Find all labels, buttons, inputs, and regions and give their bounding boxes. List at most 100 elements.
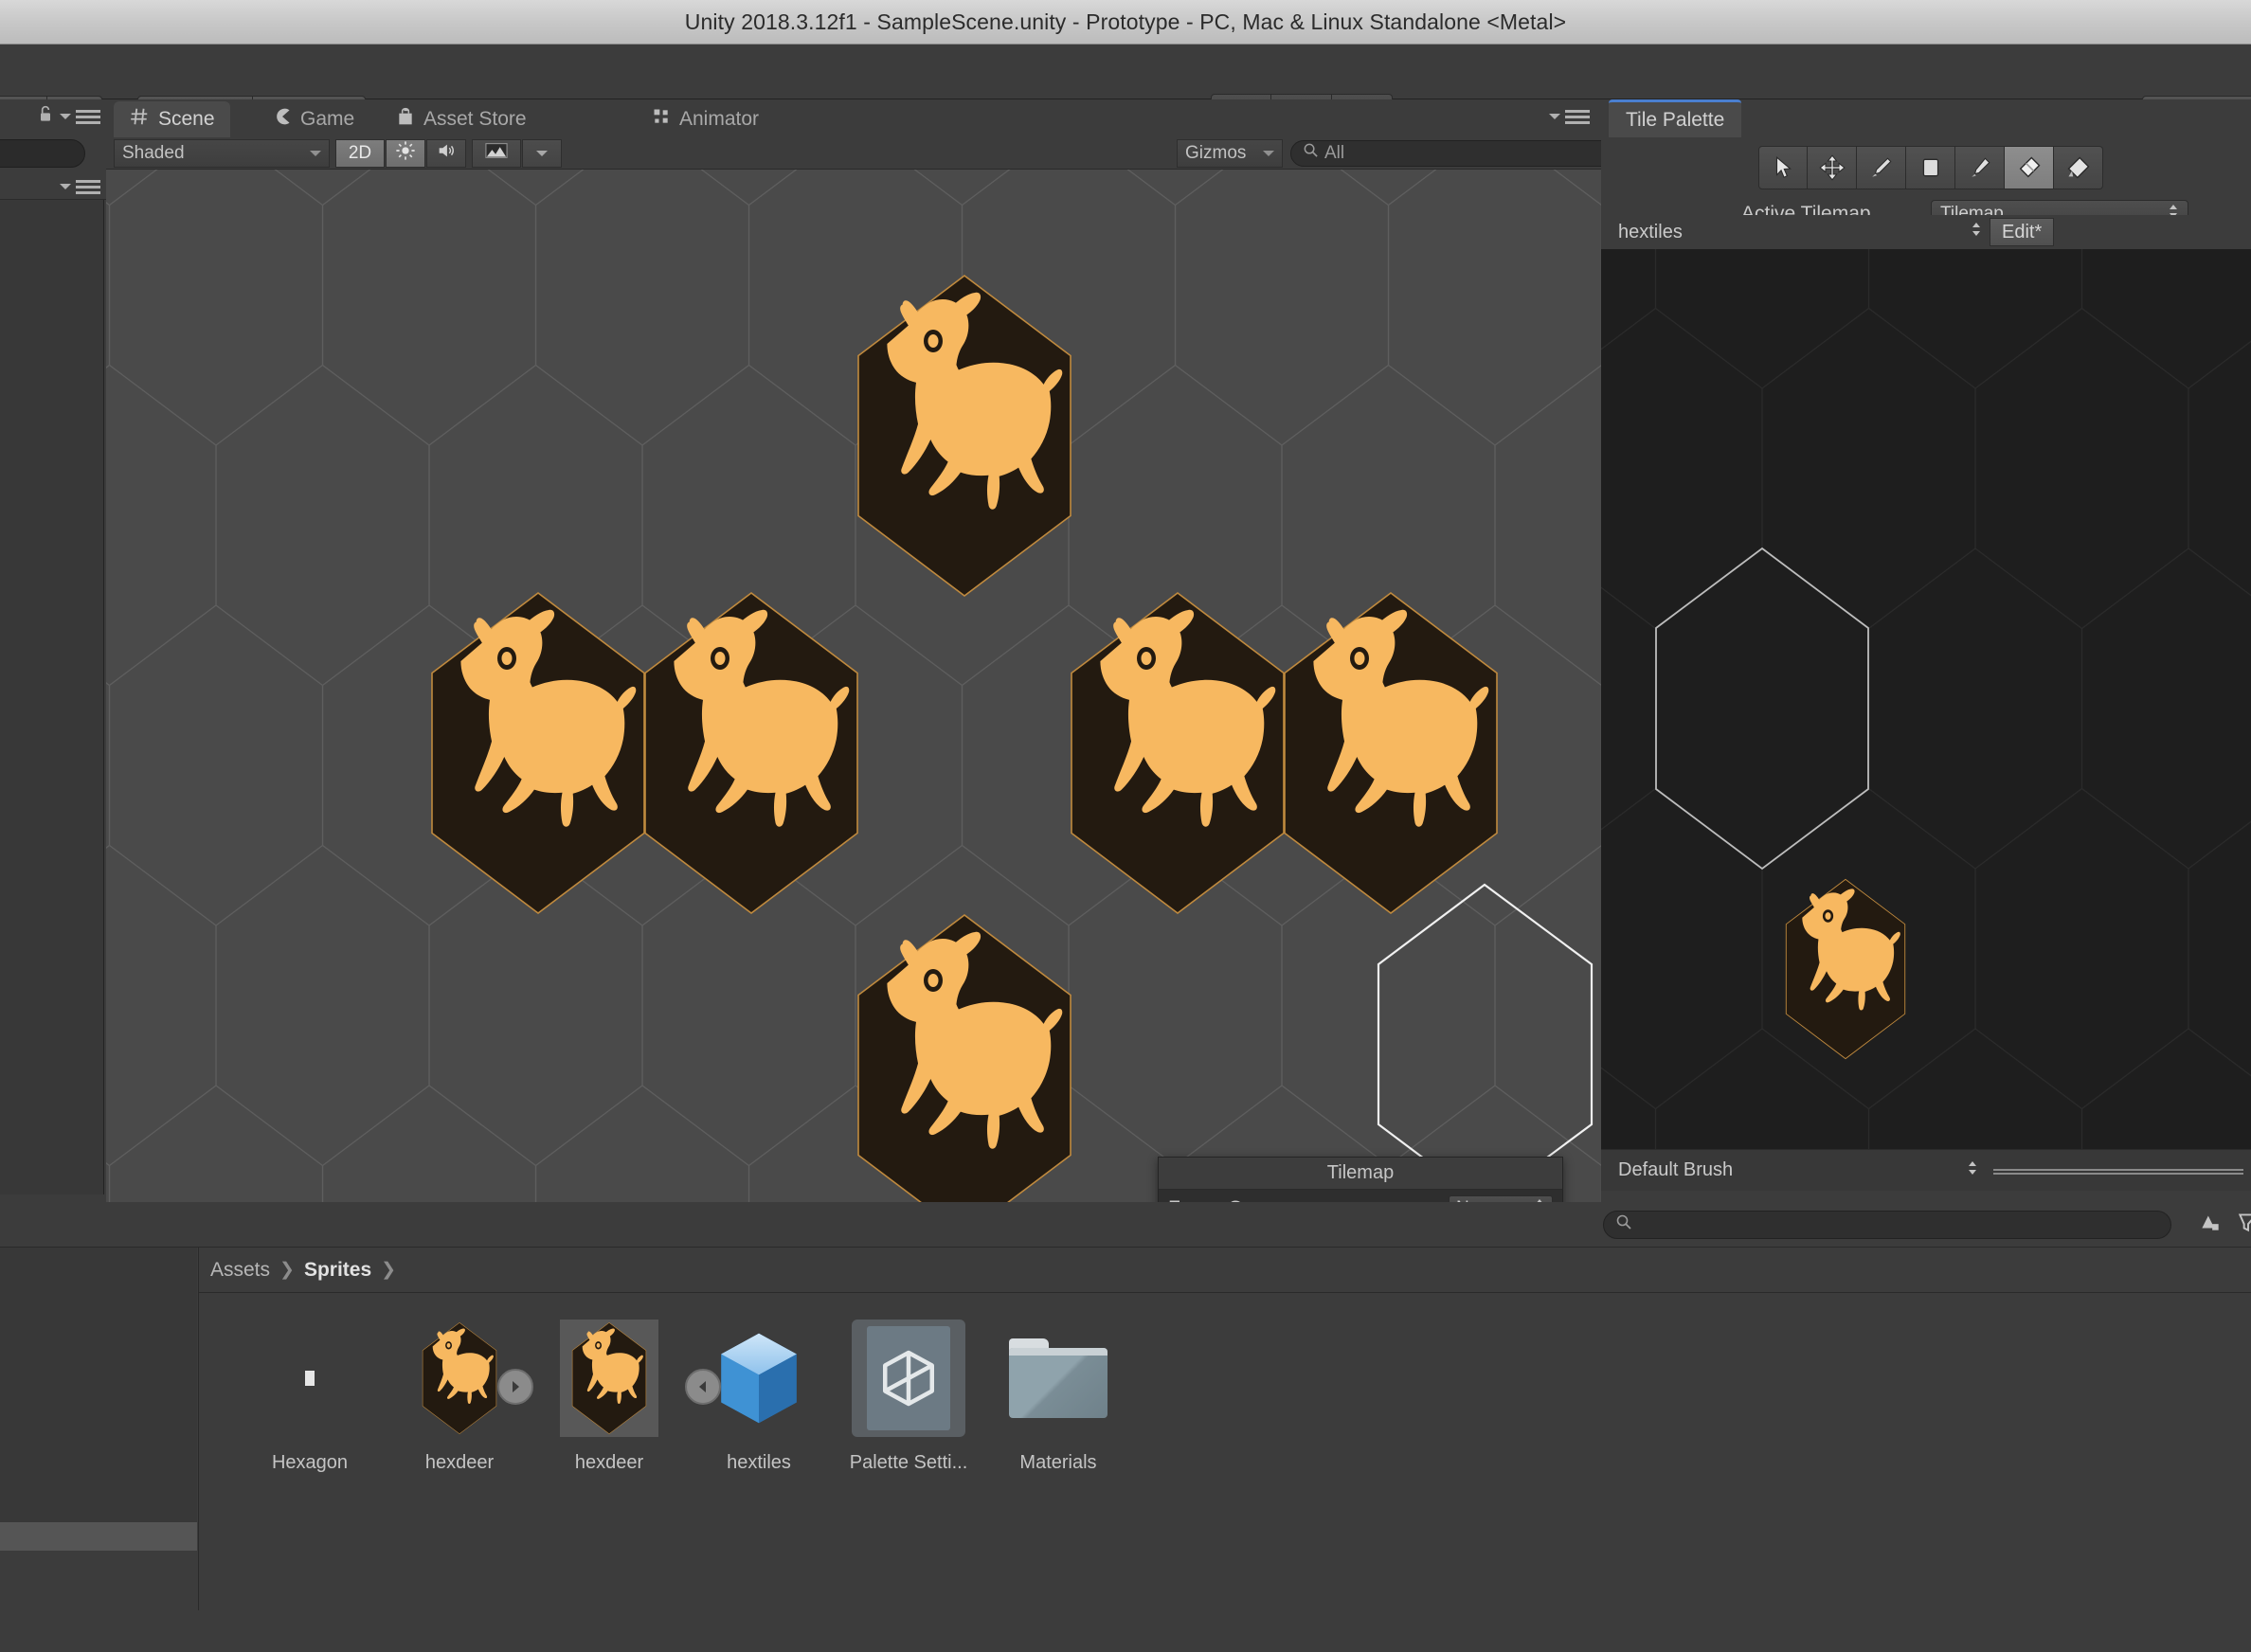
tile-palette-tab-row: Tile Palette bbox=[1601, 99, 2251, 137]
tilemap-focus-popup[interactable]: Tilemap Focus On None bbox=[1158, 1157, 1563, 1202]
sun-icon bbox=[395, 140, 416, 167]
chevron-down-icon-scene[interactable] bbox=[1549, 114, 1560, 119]
select-tool-button[interactable] bbox=[1758, 146, 1808, 189]
sprite-thumb-bg-2 bbox=[560, 1320, 658, 1437]
sprite-thumb-bg-1 bbox=[410, 1320, 509, 1437]
scene-viewport[interactable]: Tilemap Focus On None bbox=[106, 170, 1601, 1202]
hexdeer-tile[interactable] bbox=[1284, 592, 1498, 914]
chevron-down-icon-gizmos bbox=[1263, 150, 1274, 156]
folder-icon bbox=[1009, 1338, 1107, 1418]
hexdeer-tile[interactable] bbox=[644, 592, 858, 914]
scene-panel-menu[interactable] bbox=[1549, 109, 1590, 124]
asset-item-hextiles[interactable]: hextiles bbox=[684, 1320, 834, 1652]
asset-thumb-hexdeer-2 bbox=[552, 1320, 666, 1437]
palette-value: hextiles bbox=[1618, 221, 1683, 242]
asset-expand-right-icon-1[interactable] bbox=[497, 1369, 533, 1405]
scene-toolbar: Shaded 2D Gizmos All bbox=[106, 137, 1662, 170]
tab-asset-store[interactable]: Asset Store bbox=[381, 101, 542, 137]
hexdeer-tile[interactable] bbox=[857, 275, 1071, 597]
window-title-bar: Unity 2018.3.12f1 - SampleScene.unity - … bbox=[0, 0, 2251, 45]
project-folder-tree[interactable] bbox=[0, 1248, 199, 1652]
tile-palette-toolbar: Active Tilemap Tilemap bbox=[1601, 137, 2251, 228]
tab-animator-label: Animator bbox=[679, 108, 760, 130]
chevron-down-icon[interactable] bbox=[60, 114, 71, 119]
paint-tool-button[interactable] bbox=[1857, 146, 1906, 189]
focus-on-dropdown[interactable]: None bbox=[1449, 1195, 1553, 1202]
asset-label-palette-settings: Palette Setti... bbox=[849, 1452, 968, 1473]
breadcrumb-item-sprites[interactable]: Sprites bbox=[304, 1259, 371, 1282]
tab-game[interactable]: Game bbox=[258, 101, 369, 137]
scene-panel: Scene Game Asset Store Animator Shaded 2… bbox=[106, 99, 1662, 1202]
picker-tool-button[interactable] bbox=[1955, 146, 2005, 189]
palette-canvas[interactable] bbox=[1601, 249, 2251, 1149]
search-icon-project bbox=[1615, 1213, 1632, 1236]
move-tool-button[interactable] bbox=[1808, 146, 1857, 189]
breadcrumb-chevron-1: ❯ bbox=[279, 1260, 295, 1280]
asset-item-palette-settings[interactable]: Palette Setti... bbox=[834, 1320, 983, 1652]
updown-arrows-icon-brush bbox=[1967, 1158, 1978, 1183]
hierarchy-tree[interactable] bbox=[0, 200, 104, 1194]
flood-fill-tool-button[interactable] bbox=[2054, 146, 2103, 189]
deer-tiles-layer[interactable] bbox=[106, 170, 1601, 1202]
tab-tile-palette[interactable]: Tile Palette bbox=[1609, 99, 1742, 137]
asset-collapse-left-icon[interactable] bbox=[685, 1369, 721, 1405]
toggle-audio-button[interactable] bbox=[426, 138, 466, 168]
updown-arrows-icon-palette bbox=[1971, 220, 1982, 244]
project-search-input[interactable] bbox=[1603, 1210, 2171, 1239]
palette-dropdown[interactable]: hextiles bbox=[1611, 218, 1990, 246]
project-panel: Assets ❯ Sprites ❯ Hexagon hexdeer hexde… bbox=[0, 1202, 2251, 1652]
hexdeer-tile[interactable] bbox=[1071, 592, 1285, 914]
hierarchy-menu-icon[interactable] bbox=[76, 109, 100, 124]
status-bar bbox=[0, 1610, 2251, 1652]
toggle-2d-button[interactable]: 2D bbox=[335, 138, 385, 168]
project-toolbar bbox=[0, 1202, 2251, 1248]
palette-selector-row: hextiles Edit* bbox=[1601, 215, 2251, 249]
hexdeer-tile[interactable] bbox=[431, 592, 645, 914]
filter-label-icon[interactable] bbox=[2236, 1210, 2251, 1239]
brush-dropdown[interactable]: Default Brush bbox=[1611, 1155, 1986, 1187]
palette-edit-button[interactable]: Edit* bbox=[1990, 218, 2055, 246]
toggle-lighting-button[interactable] bbox=[386, 138, 425, 168]
asset-label-materials: Materials bbox=[1019, 1452, 1097, 1473]
tab-scene[interactable]: Scene bbox=[114, 101, 230, 137]
scene-options-icon[interactable] bbox=[1565, 109, 1590, 124]
chevron-down-icon-drawmode bbox=[310, 150, 321, 156]
asset-label-hexdeer-2: hexdeer bbox=[574, 1452, 644, 1473]
asset-grid[interactable]: Hexagon hexdeer hexdeer hextiles Palette… bbox=[199, 1293, 2251, 1652]
tab-animator[interactable]: Animator bbox=[637, 101, 774, 137]
draw-mode-dropdown[interactable]: Shaded bbox=[114, 138, 330, 168]
image-icon bbox=[485, 142, 508, 165]
fx-dropdown-button[interactable] bbox=[522, 138, 562, 168]
toggle-fx-button[interactable] bbox=[472, 138, 521, 168]
tab-asset-store-label: Asset Store bbox=[423, 108, 527, 130]
filter-type-icon[interactable] bbox=[2198, 1210, 2223, 1239]
gizmos-label: Gizmos bbox=[1185, 142, 1247, 163]
lock-icon[interactable] bbox=[36, 103, 55, 131]
palette-grid bbox=[1601, 249, 2251, 1149]
eraser-tool-button[interactable] bbox=[2005, 146, 2054, 189]
project-folder-tree-body[interactable] bbox=[0, 1248, 197, 1522]
window-title: Unity 2018.3.12f1 - SampleScene.unity - … bbox=[684, 9, 1567, 34]
chevron-down-icon-2[interactable] bbox=[60, 183, 71, 189]
breadcrumb: Assets ❯ Sprites ❯ bbox=[199, 1248, 2251, 1293]
scene-tab-row: Scene Game Asset Store Animator bbox=[106, 99, 1601, 137]
asset-item-hexdeer-2[interactable]: hexdeer bbox=[534, 1320, 684, 1652]
asset-item-hexagon[interactable]: Hexagon bbox=[235, 1320, 385, 1652]
main-toolbar: Center Global bbox=[0, 45, 2251, 135]
asset-item-hexdeer-1[interactable]: hexdeer bbox=[385, 1320, 534, 1652]
tile-palette-tools bbox=[1758, 146, 2103, 189]
asset-item-materials[interactable]: Materials bbox=[983, 1320, 1133, 1652]
animator-icon bbox=[652, 107, 671, 132]
palette-zoom-slider[interactable] bbox=[1993, 1167, 2243, 1175]
hierarchy-search-input[interactable] bbox=[0, 139, 85, 168]
tab-scene-label: Scene bbox=[158, 108, 215, 130]
hexdeer-tile[interactable] bbox=[857, 914, 1071, 1202]
hierarchy-options-icon[interactable] bbox=[76, 179, 100, 194]
asset-thumb-hexdeer-1 bbox=[403, 1320, 533, 1437]
gizmos-dropdown[interactable]: Gizmos bbox=[1177, 138, 1283, 168]
box-fill-tool-button[interactable] bbox=[1906, 146, 1955, 189]
palette-deer-tile[interactable] bbox=[1785, 878, 1906, 1060]
speaker-icon bbox=[436, 140, 457, 167]
asset-thumb-hextiles bbox=[685, 1320, 816, 1437]
breadcrumb-item-assets[interactable]: Assets bbox=[210, 1259, 270, 1282]
